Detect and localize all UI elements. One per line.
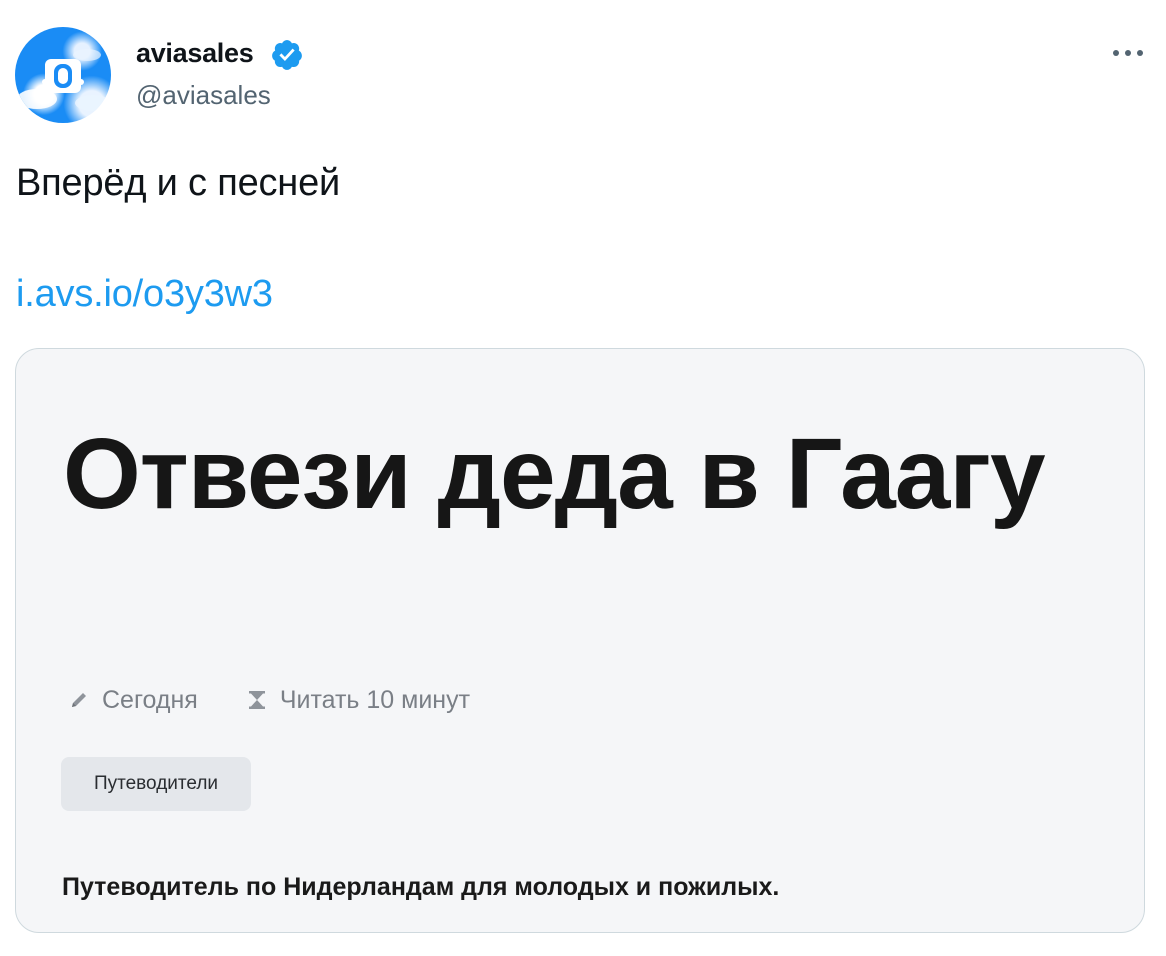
pencil-icon — [72, 693, 86, 707]
tweet-header: aviasales @aviasales — [0, 0, 1166, 140]
verified-badge-icon — [272, 40, 302, 70]
card-title: Отвези деда в Гаагу — [63, 418, 1046, 530]
category-tag[interactable]: Путеводители — [61, 757, 251, 811]
card-meta: Сегодня Читать 10 минут — [68, 684, 470, 716]
author-avatar[interactable] — [15, 27, 111, 123]
link-preview-card[interactable]: Отвези деда в Гаагу Сегодня Читать 10 ми… — [15, 348, 1145, 933]
tweet-link[interactable]: i.avs.io/o3y3w3 — [16, 273, 273, 316]
tweet-text: Вперёд и с песней — [16, 162, 341, 204]
card-description: Путеводитель по Нидерландам для молодых … — [62, 873, 780, 901]
more-dots-icon[interactable] — [1108, 38, 1148, 68]
hourglass-icon — [248, 691, 265, 709]
card-read-time-text: Читать 10 минут — [279, 685, 471, 714]
card-date-text: Сегодня — [102, 685, 198, 714]
author-handle[interactable]: @aviasales — [136, 80, 271, 111]
aviasales-logo-icon — [17, 49, 111, 111]
card-read-time: Читать 10 минут — [246, 686, 470, 715]
card-date: Сегодня — [68, 686, 198, 715]
author-name[interactable]: aviasales — [136, 38, 254, 69]
